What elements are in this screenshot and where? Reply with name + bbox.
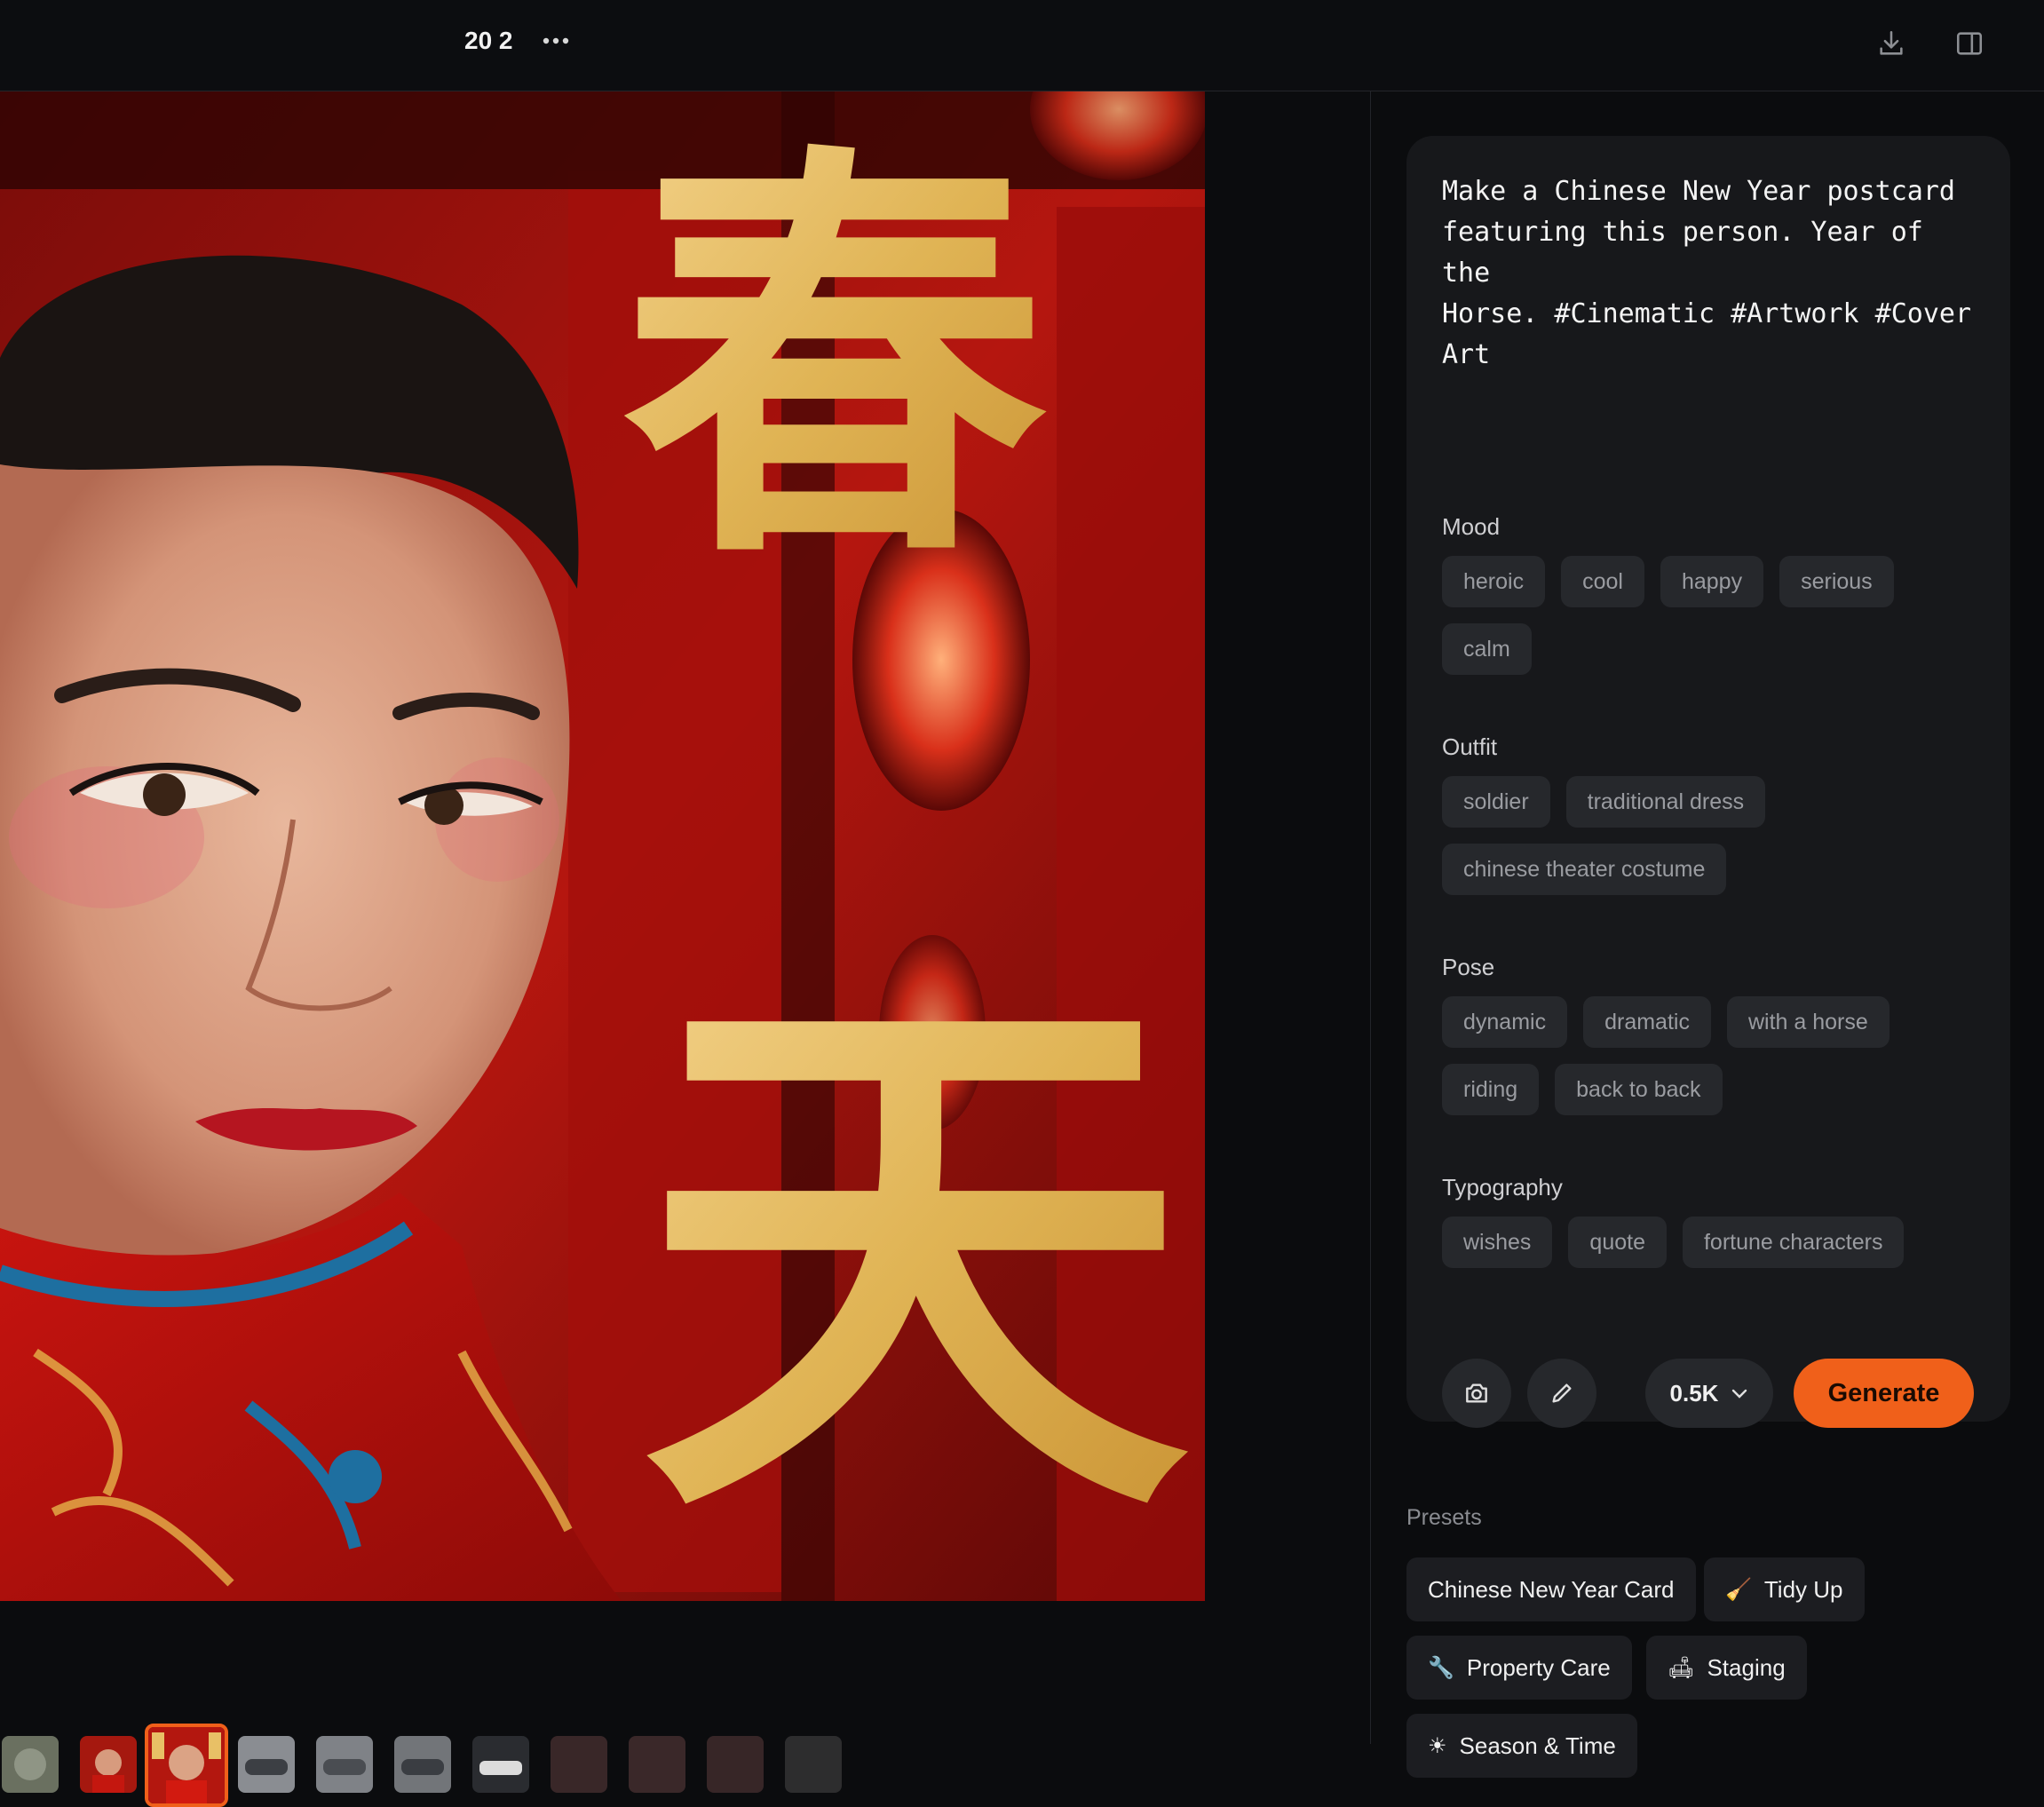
preset-chinese-new-year-card[interactable]: Chinese New Year Card [1406,1557,1696,1621]
option-group-label: Typography [1442,1174,1563,1201]
option-chip[interactable]: quote [1568,1217,1667,1268]
option-chip[interactable]: dramatic [1583,996,1711,1048]
option-chip[interactable]: soldier [1442,776,1550,828]
option-chip[interactable]: traditional dress [1565,776,1766,828]
thumbnail[interactable] [80,1736,137,1793]
thumbnail[interactable] [629,1736,685,1793]
edit-button[interactable] [1527,1359,1596,1428]
chip-row: riding back to back [1442,1064,1723,1115]
chip-row: heroic cool happy serious [1442,556,1894,607]
image-viewer: 春 天 [0,91,1370,1807]
top-bar: 20 2 [0,0,2044,91]
sun-icon: ☀ [1428,1733,1447,1758]
right-sidebar: Make a Chinese New Year postcard featuri… [1370,91,2044,1778]
thumbnail-strip [0,1724,888,1807]
thumbnail-selected[interactable] [145,1724,228,1807]
preset-season-time[interactable]: ☀ Season & Time [1406,1714,1637,1778]
option-group-label: Pose [1442,954,1495,980]
thumbnail[interactable] [707,1736,764,1793]
thumbnail[interactable] [472,1736,529,1793]
wrench-icon: 🔧 [1428,1655,1454,1680]
option-chip[interactable]: fortune characters [1682,1217,1905,1268]
broom-icon: 🧹 [1725,1577,1752,1602]
prompt-text[interactable]: Make a Chinese New Year postcard featuri… [1442,171,1984,376]
chip-row: chinese theater costume [1442,844,1727,895]
option-chip[interactable]: dynamic [1442,996,1568,1048]
thumbnail[interactable] [316,1736,373,1793]
chip-row: wishes quote fortune characters [1442,1217,1905,1268]
pencil-icon [1552,1383,1572,1403]
thumbnail[interactable] [785,1736,842,1793]
preset-label: Tidy Up [1763,1575,1843,1603]
sofa-icon: 🛋 [1668,1655,1695,1680]
option-chip[interactable]: riding [1442,1064,1540,1115]
chip-row: soldier traditional dress [1442,776,1766,828]
thumbnail[interactable] [2,1736,59,1793]
preset-staging[interactable]: 🛋 Staging [1646,1636,1807,1700]
calligraphy-character-2: 天 [639,934,1190,1581]
thumbnail[interactable] [551,1736,607,1793]
resolution-value: 0.5K [1669,1379,1719,1407]
chip-row: calm [1442,623,1532,675]
sidebar-panel-icon [1956,32,1983,55]
download-icon [1880,30,1903,55]
generate-button[interactable]: Generate [1794,1359,1974,1428]
option-chip[interactable]: wishes [1442,1217,1553,1268]
preset-label: Season & Time [1459,1732,1616,1759]
download-button[interactable] [1870,22,1913,65]
option-chip[interactable]: heroic [1442,556,1546,607]
preset-property-care[interactable]: 🔧 Property Care [1406,1636,1632,1700]
thumbnail[interactable] [394,1736,451,1793]
image-counter: 20 2 [464,27,513,54]
camera-icon [1466,1383,1487,1403]
presets-label: Presets [1406,1505,1482,1530]
option-group-label: Outfit [1442,733,1498,760]
option-chip[interactable]: back to back [1555,1064,1723,1115]
more-horizontal-icon [543,37,569,44]
chip-row: dynamic dramatic with a horse [1442,996,1890,1048]
option-chip[interactable]: chinese theater costume [1442,844,1727,895]
prompt-card: Make a Chinese New Year postcard featuri… [1406,136,2010,1428]
chevron-down-icon [1732,1389,1747,1399]
preset-tidy-up[interactable]: 🧹 Tidy Up [1704,1557,1865,1621]
option-chip[interactable]: calm [1442,623,1532,675]
option-chip[interactable]: cool [1561,556,1644,607]
option-chip[interactable]: serious [1779,556,1894,607]
camera-button[interactable] [1442,1359,1511,1428]
preset-label: Property Care [1466,1653,1611,1681]
option-chip[interactable]: with a horse [1726,996,1890,1048]
preset-label: Staging [1707,1653,1786,1681]
preset-label: Chinese New Year Card [1428,1575,1675,1603]
option-group-label: Mood [1442,513,1501,540]
option-chip[interactable]: happy [1660,556,1764,607]
resolution-select[interactable]: 0.5K [1645,1359,1773,1428]
calligraphy-character-1: 春 [622,109,1048,610]
generated-image[interactable]: 春 天 [0,91,1205,1601]
more-options-button[interactable] [538,23,574,59]
toggle-panel-button[interactable] [1948,22,1991,65]
thumbnail[interactable] [238,1736,295,1793]
